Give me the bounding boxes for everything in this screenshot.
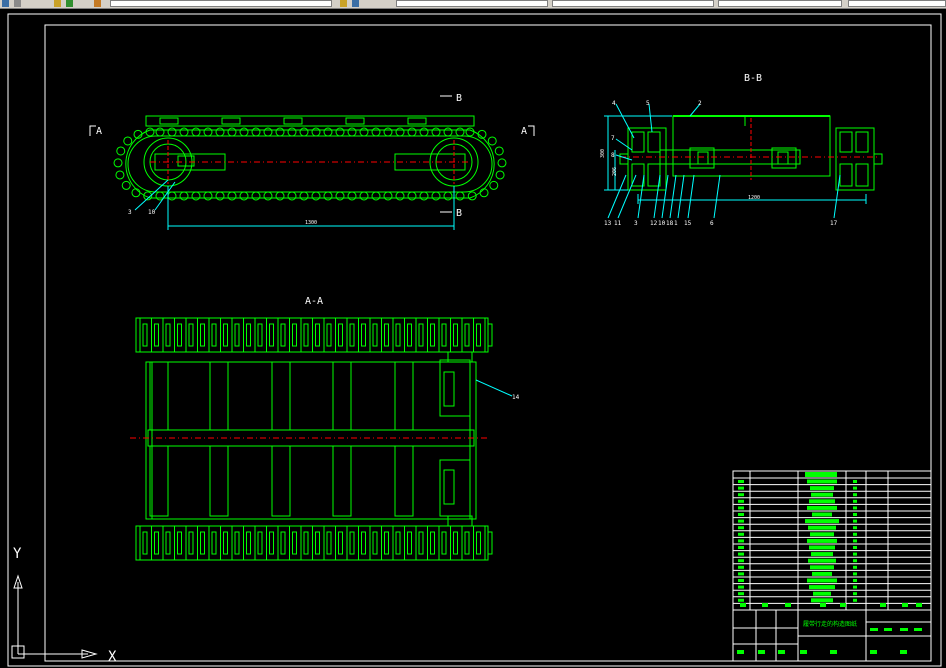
color-dropdown[interactable] <box>396 0 548 7</box>
linetype-dropdown[interactable] <box>552 0 714 7</box>
lineweight-dropdown[interactable] <box>718 0 842 7</box>
section-marker-a-left: A <box>96 126 102 137</box>
leader-front-1: 10 <box>148 209 156 216</box>
undo-icon[interactable] <box>54 0 61 7</box>
dim-bb-height-2: 206 <box>612 167 618 176</box>
section-bb-title: B-B <box>744 73 762 84</box>
leader-bb-bottom-8: 6 <box>710 220 714 227</box>
leader-bb-top-3: 7 <box>611 135 615 142</box>
leader-bb-top-2: 2 <box>698 100 702 107</box>
leader-bb-bottom-0: 13 <box>604 220 612 227</box>
leader-bb-bottom-1: 11 <box>614 220 622 227</box>
leader-bb-bottom-2: 3 <box>634 220 638 227</box>
leader-front-0: 3 <box>128 209 132 216</box>
leader-bb-bottom-5: 18 <box>666 220 674 227</box>
plotstyle-dropdown[interactable] <box>848 0 946 7</box>
dim-bb-width: 1200 <box>748 195 760 201</box>
leader-aa-label: 14 <box>512 394 520 401</box>
leader-bb-top-1: 5 <box>646 100 650 107</box>
section-marker-a-right: A <box>521 126 527 137</box>
ucs-y-label: Y <box>13 546 22 562</box>
section-aa-title: A-A <box>305 296 323 307</box>
redo-icon[interactable] <box>66 0 73 7</box>
layer-dropdown[interactable] <box>110 0 332 7</box>
cad-toolbar <box>0 0 946 9</box>
leader-bb-bottom-7: 15 <box>684 220 692 227</box>
ucs-x-label: X <box>108 649 117 665</box>
dim-bb-height-1: 300 <box>600 149 606 158</box>
section-aa-view <box>135 317 493 561</box>
save-icon[interactable] <box>14 0 21 7</box>
dim-track-length-text: 1300 <box>305 220 317 226</box>
leader-bb-top-0: 4 <box>612 100 616 107</box>
front-view-track <box>113 115 507 201</box>
leader-bb-bottom-9: 17 <box>830 220 838 227</box>
drawing-canvas[interactable]: 1300 3 10 A A B B B-B 300 206 1200 4 5 2… <box>0 9 946 668</box>
layer-icon[interactable] <box>94 0 101 7</box>
section-marker-b-top: B <box>456 93 462 104</box>
leader-bb-bottom-6: 1 <box>674 220 678 227</box>
leader-bb-bottom-3: 12 <box>650 220 658 227</box>
match-layer-icon[interactable] <box>340 0 347 7</box>
open-icon[interactable] <box>2 0 9 7</box>
title-block-title: 履带行走的构造图纸 <box>803 620 857 628</box>
sheet-outer-border <box>7 13 942 667</box>
section-marker-b-bottom: B <box>456 208 462 219</box>
layer-prev-icon[interactable] <box>352 0 359 7</box>
leader-bb-top-4: 8 <box>611 152 615 159</box>
leader-bb-bottom-4: 10 <box>658 220 666 227</box>
ucs-icon <box>11 574 98 659</box>
